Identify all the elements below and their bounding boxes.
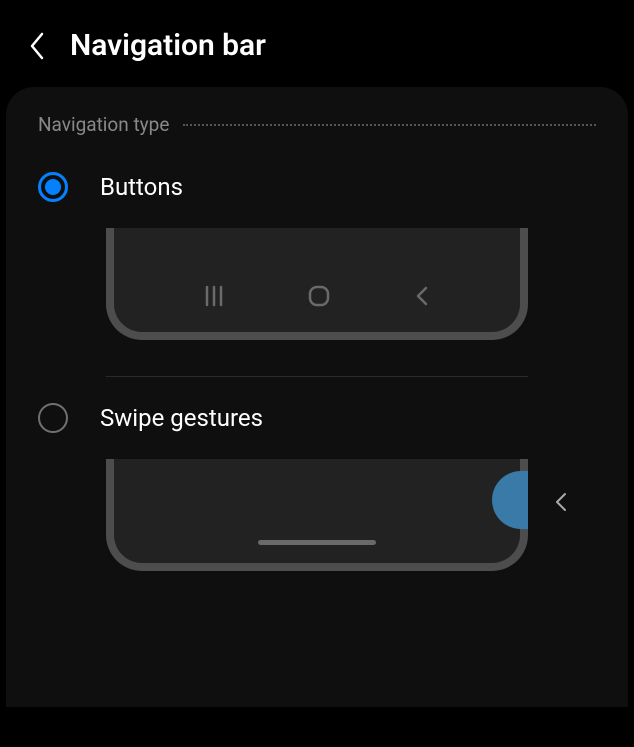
chevron-left-icon [28, 31, 46, 61]
buttons-preview [106, 228, 528, 340]
section-label: Navigation type [38, 113, 169, 136]
option-divider [106, 376, 528, 377]
settings-card: Navigation type Buttons [6, 87, 628, 707]
swipe-preview [106, 459, 528, 571]
swipe-indicator-icon [492, 471, 528, 529]
recents-icon [204, 285, 224, 307]
option-swipe-gestures[interactable]: Swipe gestures [6, 385, 628, 443]
swipe-chevron-icon [554, 491, 568, 517]
back-icon [414, 285, 430, 307]
gesture-bar-icon [258, 540, 376, 545]
radio-buttons[interactable] [38, 172, 68, 202]
section-header: Navigation type [6, 107, 628, 154]
page-header: Navigation bar [0, 0, 634, 87]
nav-buttons-row [114, 284, 520, 308]
option-buttons[interactable]: Buttons [6, 154, 628, 212]
buttons-preview-container [6, 212, 628, 368]
page-title: Navigation bar [70, 28, 266, 63]
back-button[interactable] [28, 31, 46, 61]
section-divider-dotted [183, 124, 596, 126]
swipe-preview-container [6, 443, 628, 571]
option-buttons-label: Buttons [100, 173, 183, 201]
option-swipe-label: Swipe gestures [100, 404, 263, 432]
home-icon [307, 284, 331, 308]
radio-swipe-gestures[interactable] [38, 403, 68, 433]
